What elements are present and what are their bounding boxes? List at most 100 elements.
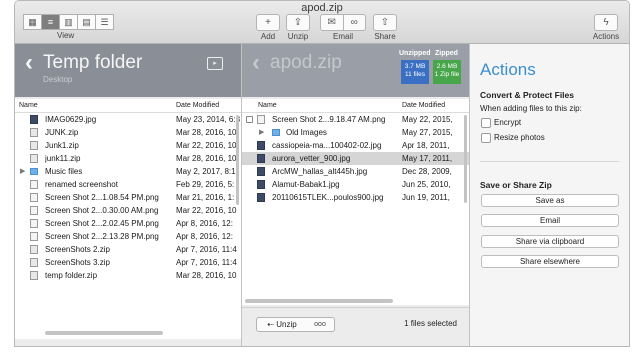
actions-title: Actions <box>480 60 536 79</box>
horizontal-scrollbar[interactable] <box>245 299 393 303</box>
window-title: apod.zip <box>301 2 343 14</box>
section-divider <box>480 161 619 162</box>
image-file-icon <box>30 115 38 124</box>
disclosure-triangle-icon[interactable]: ▶ <box>20 165 25 178</box>
actions-label: Actions <box>592 32 620 41</box>
list-item[interactable]: JUNK.zip Mar 28, 2016, 10 <box>15 126 241 139</box>
list-item[interactable]: ▶ Old Images May 27, 2015, <box>242 126 469 139</box>
plus-icon: + <box>256 14 280 31</box>
left-pane-header: ‹ Temp folder Desktop ▸ <box>15 44 241 97</box>
list-item[interactable]: ArcMW_hallas_alt445h.jpg Dec 28, 2009, <box>242 165 469 178</box>
resize-photos-label[interactable]: Resize photos <box>494 133 545 142</box>
back-chevron-icon[interactable]: ‹ <box>25 49 33 77</box>
zip-pane-header: ‹ apod.zip Unzipped Zipped 3.7 MB 11 fil… <box>242 44 469 97</box>
left-file-list: IMAG0629.jpg May 23, 2014, 6:3 JUNK.zip Ma… <box>15 113 241 339</box>
zip-list-header: Name Date Modified <box>242 99 469 113</box>
disclosure-triangle-icon[interactable]: ▶ <box>259 126 264 139</box>
back-chevron-icon[interactable]: ‹ <box>252 49 260 77</box>
email-link-group[interactable]: ✉ ∞ Email <box>316 14 370 41</box>
share-button[interactable]: ⇧ Share <box>368 14 402 41</box>
list-item[interactable]: aurora_vetter_900.jpg May 17, 2011, <box>242 152 469 165</box>
document-icon <box>30 219 38 228</box>
zip-file-icon <box>30 245 38 254</box>
document-icon <box>30 180 38 189</box>
folder-icon <box>30 168 38 175</box>
list-item[interactable]: Screen Shot 2...2.02.45 PM.png Apr 8, 201… <box>15 217 241 230</box>
actions-toolbar-button[interactable]: ϟ Actions <box>589 14 623 41</box>
unzip-icon: ⇪ <box>286 14 310 31</box>
unzip-button[interactable]: ⇠ Unzip <box>256 317 308 332</box>
image-file-icon <box>257 141 265 150</box>
list-item[interactable]: Screen Shot 2...0.30.00 AM.png Mar 22, 20… <box>15 204 241 217</box>
save-share-heading: Save or Share Zip <box>480 180 552 190</box>
zipped-size-badge: 2.6 MB 1 Zip file <box>433 60 461 84</box>
outline-view-button[interactable]: ☰ <box>95 14 114 30</box>
date-column-header[interactable]: Date Modified <box>176 102 219 109</box>
image-file-icon <box>257 180 265 189</box>
list-view-button[interactable]: ≡ <box>41 14 60 30</box>
list-item[interactable]: renamed screenshot Feb 29, 2016, 5: <box>15 178 241 191</box>
zip-file-list: Screen Shot 2...9.18.47 AM.png May 22, 20… <box>242 113 469 305</box>
zip-file-icon <box>30 271 38 280</box>
unzip-toolbar-label: Unzip <box>287 32 309 41</box>
encrypt-checkbox[interactable] <box>481 118 491 128</box>
icon-view-button[interactable]: ▦ <box>23 14 42 30</box>
left-pane-title: Temp folder <box>43 52 143 73</box>
list-item[interactable]: Screen Shot 2...9.18.47 AM.png May 22, 20… <box>242 113 469 126</box>
list-item[interactable]: Screen Shot 2...1.08.54 PM.png Mar 21, 20… <box>15 191 241 204</box>
zip-file-icon <box>30 154 38 163</box>
save-as-button[interactable]: Save as <box>481 194 619 207</box>
zip-pane-title: apod.zip <box>270 52 342 73</box>
zip-file-icon <box>30 258 38 267</box>
name-column-header[interactable]: Name <box>258 102 277 109</box>
list-item[interactable]: ScreenShots 3.zip Apr 7, 2016, 11:4 <box>15 256 241 269</box>
add-button[interactable]: + Add <box>251 14 285 41</box>
unzip-toolbar-button[interactable]: ⇪ Unzip <box>281 14 315 41</box>
list-item[interactable]: ▶ Music files May 2, 2017, 8:1 <box>15 165 241 178</box>
image-file-icon <box>257 193 265 202</box>
left-list-header: Name Date Modified <box>15 99 241 113</box>
folder-icon <box>272 129 280 136</box>
vertical-scrollbar[interactable] <box>464 115 467 203</box>
more-options-button[interactable]: ooo <box>306 317 335 332</box>
mail-icon[interactable]: ✉ <box>321 15 344 30</box>
share-label: Share <box>374 32 396 41</box>
lock-icon <box>246 116 253 123</box>
column-view-button[interactable]: ▥ <box>59 14 78 30</box>
list-item[interactable]: junk11.zip Mar 28, 2016, 10 <box>15 152 241 165</box>
name-column-header[interactable]: Name <box>19 102 38 109</box>
document-icon <box>30 232 38 241</box>
list-item[interactable]: 20110615TLEK...poulos900.jpg Jun 19, 2011… <box>242 191 469 204</box>
pane-divider[interactable] <box>241 44 242 346</box>
share-elsewhere-button[interactable]: Share elsewhere <box>481 255 619 268</box>
image-file-icon <box>257 154 265 163</box>
encrypt-label[interactable]: Encrypt <box>494 118 521 127</box>
list-item[interactable]: Screen Shot 2...2.13.28 PM.png Apr 8, 201… <box>15 230 241 243</box>
document-icon <box>30 193 38 202</box>
sidebar-toggle-icon[interactable]: ▸ <box>207 57 223 70</box>
vertical-scrollbar[interactable] <box>236 115 239 205</box>
list-item[interactable]: ScreenShots 2.zip Apr 7, 2016, 11:4 <box>15 243 241 256</box>
gallery-view-button[interactable]: ▤ <box>77 14 96 30</box>
list-item[interactable]: Junk1.zip Mar 22, 2016, 10 <box>15 139 241 152</box>
horizontal-scrollbar[interactable] <box>45 331 163 335</box>
add-label: Add <box>260 32 276 41</box>
date-column-header[interactable]: Date Modified <box>402 102 445 109</box>
arrow-left-icon: ⇠ <box>267 320 277 329</box>
zip-bottom-bar: ⇠ Unzip ooo 1 files selected <box>242 307 469 346</box>
list-item[interactable]: IMAG0629.jpg May 23, 2014, 6:3 <box>15 113 241 126</box>
share-clipboard-button[interactable]: Share via clipboard <box>481 235 619 248</box>
image-file-icon <box>257 167 265 176</box>
email-label: Email <box>332 32 353 41</box>
list-item[interactable]: cassiopeia-ma...100402-02.jpg Apr 18, 201… <box>242 139 469 152</box>
link-icon[interactable]: ∞ <box>344 15 366 30</box>
resize-photos-checkbox[interactable] <box>481 133 491 143</box>
share-icon: ⇧ <box>373 14 397 31</box>
zip-file-icon <box>30 141 38 150</box>
list-item[interactable]: temp folder.zip Mar 28, 2016, 10 <box>15 269 241 282</box>
zipped-label: Zipped <box>435 50 458 57</box>
view-mode-segmented-control[interactable]: ▦ ≡ ▥ ▤ ☰ <box>23 14 114 30</box>
list-item[interactable]: Alamut-Babak1.jpg Jun 25, 2010, <box>242 178 469 191</box>
unzipped-label: Unzipped <box>399 50 431 57</box>
email-button[interactable]: Email <box>481 214 619 227</box>
